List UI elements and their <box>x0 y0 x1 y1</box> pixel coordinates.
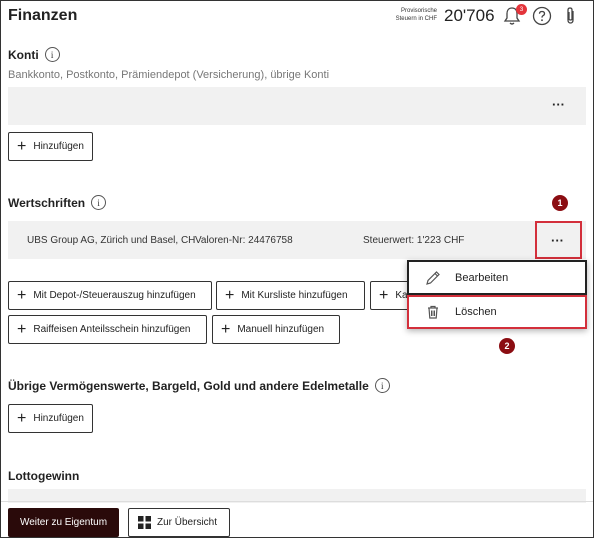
menu-delete-label: Löschen <box>455 306 497 318</box>
security-tax-value: Steuerwert: 1'223 CHF <box>363 235 465 246</box>
plus-icon: + <box>17 320 27 338</box>
grid-icon <box>138 516 151 529</box>
konti-section-title: Konti i <box>8 47 60 62</box>
plus-icon: + <box>17 137 27 155</box>
add-kursliste-button[interactable]: + Mit Kursliste hinzufügen <box>216 281 365 310</box>
next-button[interactable]: Weiter zu Eigentum <box>8 508 119 537</box>
menu-item-delete[interactable]: Löschen <box>407 295 587 329</box>
uebrige-title: Übrige Vermögenswerte, Bargeld, Gold und… <box>8 378 369 393</box>
paperclip-icon <box>567 7 574 24</box>
uebrige-add-label: Hinzufügen <box>33 413 84 424</box>
add-manual-label: Manuell hinzufügen <box>237 324 325 335</box>
add-kursliste-label: Mit Kursliste hinzufügen <box>241 290 348 301</box>
step-badge-2: 2 <box>499 338 515 354</box>
info-icon[interactable]: i <box>44 47 60 62</box>
plus-icon: + <box>221 320 231 338</box>
plus-icon: + <box>379 286 389 304</box>
add-depot-button[interactable]: + Mit Depot-/Steuerauszug hinzufügen <box>8 281 212 310</box>
tax-label: Provisorische Steuern in CHF <box>383 7 437 23</box>
tax-label-line1: Provisorische <box>400 8 437 14</box>
notification-badge: 3 <box>516 4 527 15</box>
info-icon[interactable]: i <box>91 195 107 210</box>
context-menu: Bearbeiten Löschen <box>407 260 587 329</box>
step-badge-1: 1 <box>552 195 568 211</box>
finanzen-page: Finanzen Provisorische Steuern in CHF 20… <box>0 0 594 538</box>
attachments-button[interactable] <box>560 5 582 27</box>
uebrige-section-title: Übrige Vermögenswerte, Bargeld, Gold und… <box>8 378 390 393</box>
add-raiffeisen-button[interactable]: + Raiffeisen Anteilsschein hinzufügen <box>8 315 207 344</box>
overview-label: Zur Übersicht <box>157 517 218 528</box>
menu-item-edit[interactable]: Bearbeiten <box>407 260 587 295</box>
overview-button[interactable]: Zur Übersicht <box>128 508 230 537</box>
konti-subtitle: Bankkonto, Postkonto, Prämiendepot (Vers… <box>8 69 330 81</box>
konti-add-label: Hinzufügen <box>33 141 84 152</box>
highlight-more-button <box>535 221 582 259</box>
help-button[interactable] <box>531 5 553 27</box>
uebrige-add-button[interactable]: + Hinzufügen <box>8 404 93 433</box>
tax-value: 20'706 <box>444 6 495 25</box>
security-name: UBS Group AG, Zürich und Basel, CH <box>27 235 196 246</box>
menu-edit-label: Bearbeiten <box>455 271 509 284</box>
add-raiffeisen-label: Raiffeisen Anteilsschein hinzufügen <box>33 324 191 335</box>
konti-add-button[interactable]: + Hinzufügen <box>8 132 93 161</box>
help-icon <box>532 6 552 26</box>
konti-title: Konti <box>8 47 39 62</box>
notifications-button[interactable]: 3 <box>501 4 527 27</box>
add-third-label: Ka <box>395 290 408 301</box>
wertschriften-title: Wertschriften <box>8 195 86 210</box>
lotto-title: Lottogewinn <box>8 469 80 483</box>
footer-divider <box>1 501 593 502</box>
plus-icon: + <box>17 409 27 427</box>
info-icon[interactable]: i <box>374 378 390 393</box>
page-title: Finanzen <box>8 7 78 24</box>
lotto-section-title: Lottogewinn <box>8 469 79 483</box>
plus-icon: + <box>225 286 235 304</box>
pencil-icon <box>426 270 440 285</box>
plus-icon: + <box>17 286 27 304</box>
tax-label-line2: Steuern in CHF <box>395 16 437 22</box>
add-depot-label: Mit Depot-/Steuerauszug hinzufügen <box>33 290 196 301</box>
konti-list-box: ··· <box>8 87 586 125</box>
konti-more-button[interactable]: ··· <box>552 98 565 111</box>
add-manual-button[interactable]: + Manuell hinzufügen <box>212 315 340 344</box>
security-valor: Valoren-Nr: 24476758 <box>195 235 293 246</box>
wertschriften-section-title: Wertschriften i <box>8 195 107 210</box>
trash-icon <box>428 305 438 319</box>
